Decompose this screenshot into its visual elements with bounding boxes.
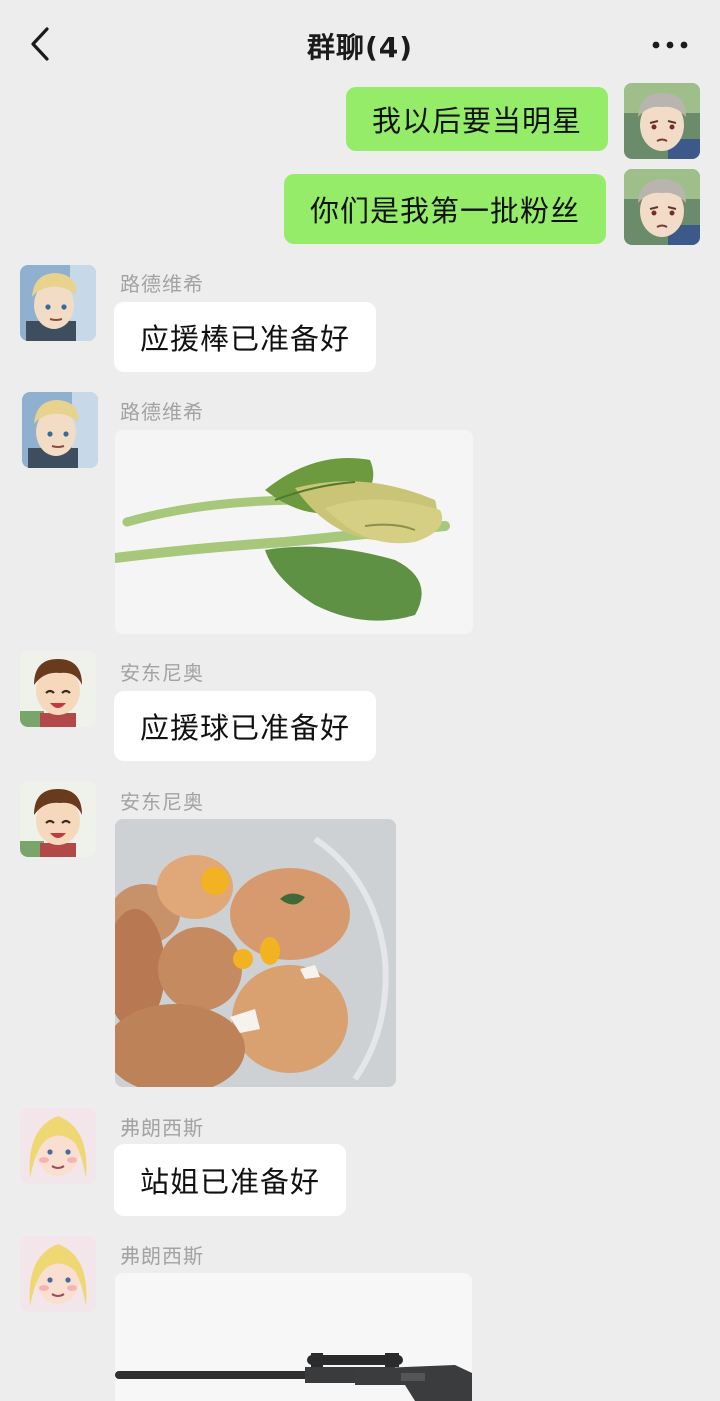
wilted-vegetable-photo xyxy=(115,430,473,634)
self-avatar[interactable] xyxy=(624,169,700,245)
antonio-avatar-image xyxy=(20,781,96,857)
francis-avatar[interactable] xyxy=(20,1108,96,1184)
francis-avatar-image xyxy=(20,1236,96,1312)
message-bubble[interactable]: 应援球已准备好 xyxy=(114,691,377,761)
self-message-bubble[interactable]: 你们是我第一批粉丝 xyxy=(284,174,607,244)
sender-name: 安东尼奥 xyxy=(120,790,204,814)
sniper-rifle-photo xyxy=(115,1273,472,1401)
more-dots-icon xyxy=(652,41,688,49)
ludwig-avatar[interactable] xyxy=(22,392,98,468)
antonio-avatar[interactable] xyxy=(20,781,96,857)
image-message[interactable] xyxy=(115,430,473,634)
sender-name: 弗朗西斯 xyxy=(120,1244,204,1268)
sender-name: 弗朗西斯 xyxy=(120,1116,204,1140)
chat-title: 群聊(4) xyxy=(306,31,414,64)
message-bubble[interactable]: 站姐已准备好 xyxy=(114,1144,347,1216)
ludwig-avatar[interactable] xyxy=(20,265,96,341)
antonio-avatar[interactable] xyxy=(20,651,96,727)
image-message[interactable] xyxy=(115,819,396,1087)
self-avatar[interactable] xyxy=(624,83,700,159)
sender-name: 路德维希 xyxy=(120,400,204,424)
tea-eggs-photo xyxy=(115,819,396,1087)
ludwig-avatar-image xyxy=(20,265,96,341)
francis-avatar[interactable] xyxy=(20,1236,96,1312)
image-message[interactable] xyxy=(115,1273,472,1401)
self-avatar-image xyxy=(624,83,700,159)
message-bubble[interactable]: 应援棒已准备好 xyxy=(114,302,377,372)
more-button[interactable] xyxy=(650,30,690,60)
ludwig-avatar-image xyxy=(22,392,98,468)
chat-header: 群聊(4) xyxy=(0,0,720,90)
self-avatar-image xyxy=(624,169,700,245)
self-message-bubble[interactable]: 我以后要当明星 xyxy=(346,87,609,151)
francis-avatar-image xyxy=(20,1108,96,1184)
sender-name: 安东尼奥 xyxy=(120,661,204,685)
antonio-avatar-image xyxy=(20,651,96,727)
sender-name: 路德维希 xyxy=(120,272,204,296)
